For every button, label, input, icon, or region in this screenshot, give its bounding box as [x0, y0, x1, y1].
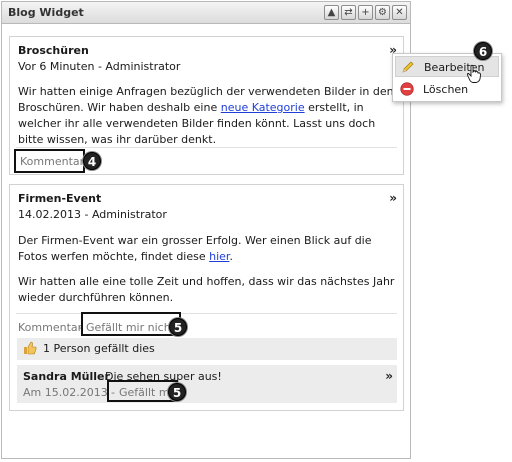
pencil-icon — [402, 61, 414, 73]
photos-link[interactable]: hier — [209, 250, 229, 263]
reply-actions-chevron-icon[interactable]: » — [385, 369, 393, 383]
widget-toolbar: ▲ ⇄ + ⚙ ✕ — [324, 5, 407, 20]
blog-post-broschueren: Broschüren » Vor 6 Minuten - Administrat… — [9, 36, 404, 175]
delete-label: Löschen — [423, 83, 469, 96]
post-context-menu: Bearbeiten Löschen — [392, 53, 502, 102]
step-badge: 4 — [83, 152, 101, 170]
new-category-link[interactable]: neue Kategorie — [221, 101, 305, 114]
highlight-frame — [14, 149, 85, 173]
reply-author: Sandra Müller — [23, 370, 110, 383]
step-badge: 6 — [474, 42, 492, 60]
reply-date: Am 15.02.2013 — [23, 386, 108, 399]
post-title: Broschüren — [18, 44, 89, 57]
post-actions-chevron-icon[interactable]: » — [389, 191, 397, 205]
post-body-text-end: . — [229, 250, 233, 263]
highlight-frame — [81, 312, 181, 336]
likes-count-text: 1 Person gefällt dies — [43, 342, 155, 355]
post-body: Der Firmen-Event war ein grosser Erfolg.… — [18, 233, 398, 265]
settings-icon[interactable]: ⚙ — [375, 5, 390, 20]
post-body-paragraph: Wir hatten alle eine tolle Zeit und hoff… — [18, 275, 395, 304]
add-icon[interactable]: + — [358, 5, 373, 20]
refresh-icon[interactable]: ⇄ — [341, 5, 356, 20]
divider — [16, 147, 397, 148]
comment-link[interactable]: Kommentar — [18, 321, 82, 334]
post-meta: Vor 6 Minuten - Administrator — [18, 60, 181, 73]
delete-icon — [400, 82, 414, 96]
divider — [16, 313, 397, 314]
hand-cursor-icon — [466, 64, 481, 83]
reply-comment: Sandra Müller Die sehen super aus! » Am … — [17, 365, 397, 403]
collapse-icon[interactable]: ▲ — [324, 5, 339, 20]
close-icon[interactable]: ✕ — [392, 5, 407, 20]
post-meta: 14.02.2013 - Administrator — [18, 208, 167, 221]
post-title: Firmen-Event — [18, 192, 102, 205]
post-body: Wir hatten einige Anfragen bezüglich der… — [18, 84, 398, 148]
thumbs-up-icon — [24, 341, 37, 355]
delete-menu-item[interactable]: Löschen — [395, 79, 499, 100]
blog-widget: Blog Widget ▲ ⇄ + ⚙ ✕ Broschüren » Vor 6… — [1, 1, 411, 459]
widget-header: Blog Widget ▲ ⇄ + ⚙ ✕ — [2, 2, 410, 24]
post-body-text: Der Firmen-Event war ein grosser Erfolg.… — [18, 234, 372, 263]
step-badge: 5 — [169, 318, 187, 336]
widget-title: Blog Widget — [8, 6, 84, 19]
step-badge: 5 — [168, 383, 186, 401]
blog-post-firmen-event: Firmen-Event » 14.02.2013 - Administrato… — [9, 184, 404, 411]
likes-bar: 1 Person gefällt dies — [17, 338, 397, 360]
